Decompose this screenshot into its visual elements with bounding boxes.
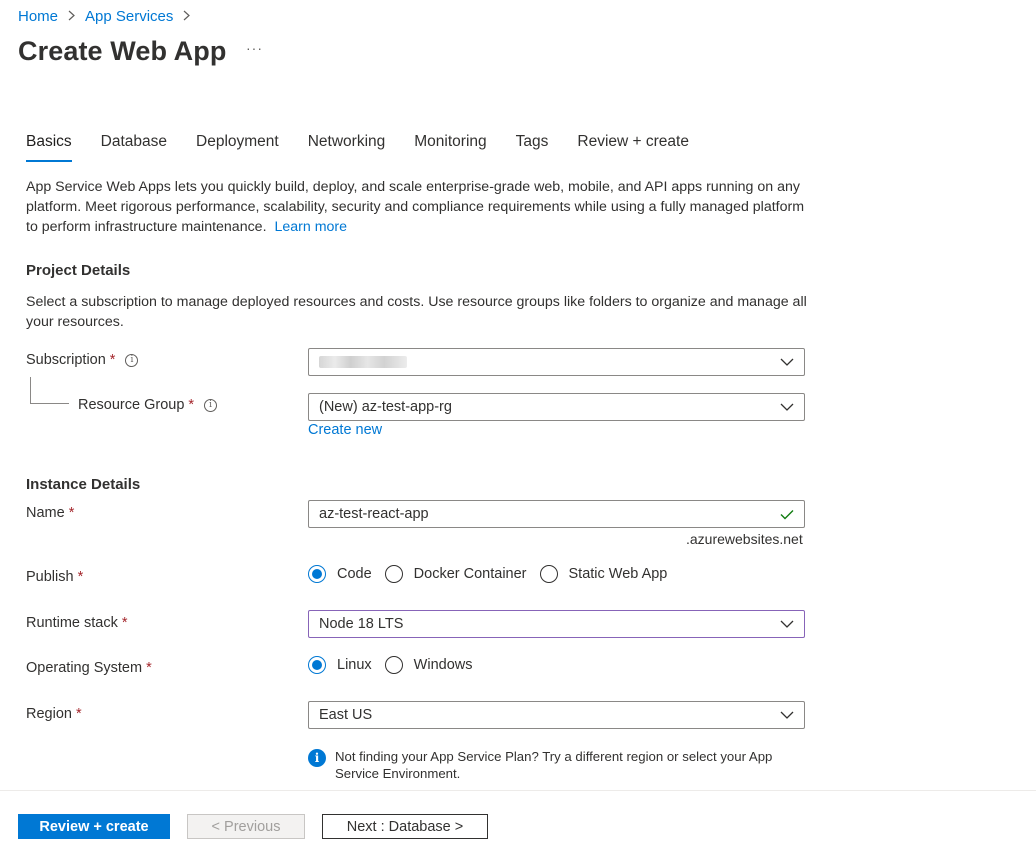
os-radio-group: Linux Windows (308, 656, 486, 674)
resource-group-value: (New) az-test-app-rg (319, 399, 452, 415)
tab-deployment[interactable]: Deployment (196, 133, 279, 162)
intro-paragraph: App Service Web Apps lets you quickly bu… (26, 177, 816, 237)
region-dropdown[interactable]: East US (308, 701, 805, 729)
tab-tags[interactable]: Tags (516, 133, 549, 162)
domain-suffix: .azurewebsites.net (686, 531, 803, 547)
tab-basics[interactable]: Basics (26, 133, 72, 162)
radio-unselected-icon (384, 565, 403, 583)
publish-label-text: Publish (26, 569, 74, 585)
required-asterisk: * (77, 569, 84, 585)
app-service-plan-notice: i Not finding your App Service Plan? Try… (308, 749, 808, 782)
publish-radio-group: Code Docker Container Static Web App (308, 565, 680, 583)
breadcrumb-app-services-link[interactable]: App Services (85, 8, 173, 25)
chevron-down-icon (774, 349, 800, 375)
runtime-stack-value: Node 18 LTS (319, 616, 404, 632)
info-icon[interactable]: i (125, 353, 139, 367)
publish-option-code[interactable]: Code (308, 565, 372, 583)
publish-option-static-web-app[interactable]: Static Web App (539, 565, 668, 583)
footer-divider (0, 790, 1036, 791)
required-asterisk: * (109, 352, 116, 368)
runtime-stack-label-text: Runtime stack (26, 615, 118, 631)
name-label-text: Name (26, 505, 65, 521)
os-option-windows[interactable]: Windows (384, 656, 473, 674)
subscription-label: Subscription * i (26, 352, 139, 368)
region-label-text: Region (26, 706, 72, 722)
chevron-down-icon (774, 702, 800, 728)
resource-group-dropdown[interactable]: (New) az-test-app-rg (308, 393, 805, 421)
os-option-linux[interactable]: Linux (308, 656, 372, 674)
tab-bar: Basics Database Deployment Networking Mo… (26, 133, 718, 162)
page-title: Create Web App (18, 36, 227, 66)
publish-option-docker[interactable]: Docker Container (384, 565, 527, 583)
radio-selected-icon (308, 656, 326, 674)
subscription-label-text: Subscription (26, 352, 106, 368)
name-value: az-test-react-app (319, 506, 429, 522)
create-new-link[interactable]: Create new (308, 422, 382, 438)
chevron-down-icon (774, 611, 800, 637)
info-filled-icon: i (308, 749, 326, 767)
project-details-heading: Project Details (26, 262, 131, 279)
resource-group-label-text: Resource Group (78, 397, 185, 413)
tab-database[interactable]: Database (101, 133, 167, 162)
radio-selected-icon (308, 565, 326, 583)
name-input[interactable]: az-test-react-app (308, 500, 805, 528)
instance-details-heading: Instance Details (26, 476, 141, 493)
name-label: Name * (26, 505, 74, 521)
notice-text: Not finding your App Service Plan? Try a… (335, 749, 773, 781)
publish-label: Publish * (26, 569, 83, 585)
required-asterisk: * (68, 505, 75, 521)
radio-label: Windows (413, 657, 473, 673)
learn-more-link[interactable]: Learn more (274, 219, 347, 235)
subscription-dropdown[interactable] (308, 348, 805, 376)
tree-connector (30, 377, 69, 404)
required-asterisk: * (75, 706, 82, 722)
next-database-button[interactable]: Next : Database > (322, 814, 488, 839)
radio-label: Linux (337, 657, 372, 673)
info-icon[interactable]: i (204, 398, 218, 412)
chevron-right-icon (68, 9, 75, 24)
radio-label: Code (337, 566, 372, 582)
intro-text: App Service Web Apps lets you quickly bu… (26, 179, 805, 235)
tab-networking[interactable]: Networking (308, 133, 386, 162)
tab-monitoring[interactable]: Monitoring (414, 133, 486, 162)
runtime-stack-label: Runtime stack * (26, 615, 128, 631)
radio-unselected-icon (384, 656, 403, 674)
chevron-down-icon (774, 394, 800, 420)
breadcrumb-home-link[interactable]: Home (18, 8, 58, 25)
project-details-description: Select a subscription to manage deployed… (26, 294, 807, 330)
runtime-stack-dropdown[interactable]: Node 18 LTS (308, 610, 805, 638)
chevron-right-icon (183, 9, 191, 24)
required-asterisk: * (188, 397, 195, 413)
previous-button[interactable]: < Previous (187, 814, 305, 839)
checkmark-icon (774, 501, 800, 527)
resource-group-label: Resource Group * i (78, 397, 218, 413)
required-asterisk: * (146, 660, 152, 676)
breadcrumb: Home App Services (18, 8, 200, 25)
radio-label: Static Web App (568, 566, 668, 582)
region-label: Region * (26, 706, 82, 722)
required-asterisk: * (121, 615, 128, 631)
operating-system-label-text: Operating System (26, 660, 143, 676)
radio-label: Docker Container (413, 566, 527, 582)
more-options-icon[interactable]: ··· (246, 40, 263, 56)
radio-unselected-icon (539, 565, 558, 583)
operating-system-label: Operating System * (26, 660, 152, 676)
tab-review-create[interactable]: Review + create (577, 133, 689, 162)
redacted-subscription-value (319, 355, 407, 368)
region-value: East US (319, 707, 373, 723)
review-create-button[interactable]: Review + create (18, 814, 170, 839)
